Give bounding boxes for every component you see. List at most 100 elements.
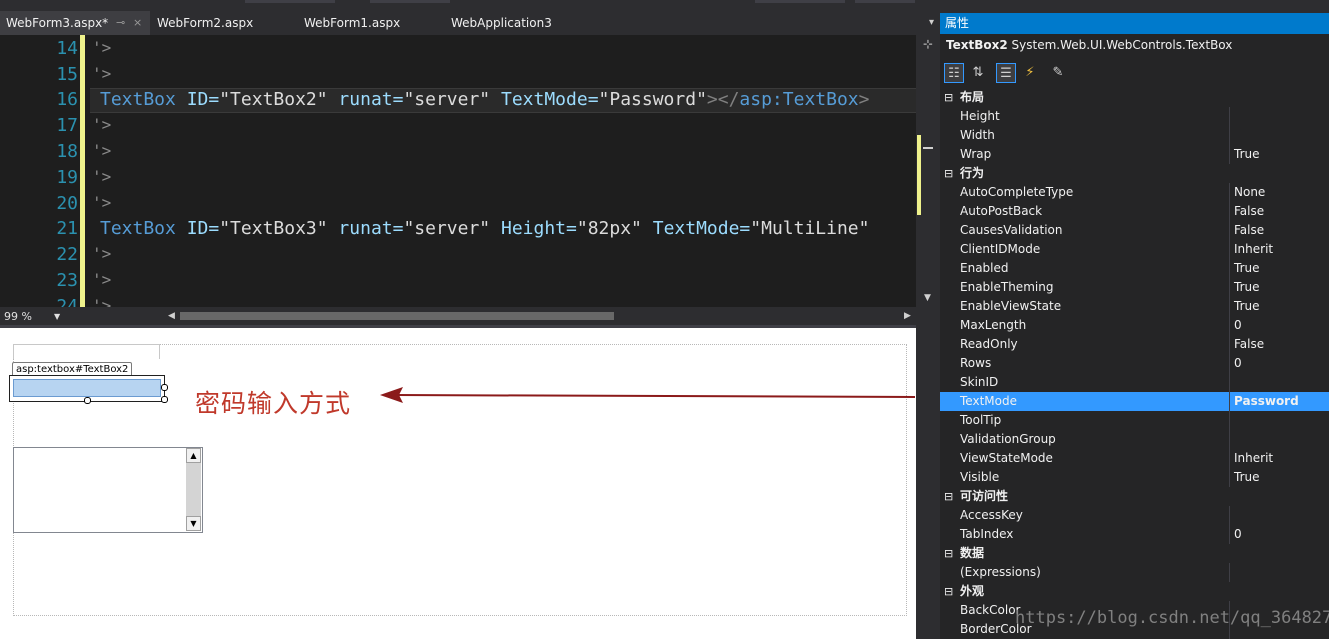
code-line: '>: [92, 38, 112, 57]
collapse-icon[interactable]: ⊟: [944, 487, 953, 506]
property-row[interactable]: AutoCompleteType None: [940, 183, 1329, 202]
property-row[interactable]: Width: [940, 126, 1329, 145]
column-divider: [1229, 107, 1230, 126]
property-row[interactable]: TextMode Password: [940, 392, 1329, 411]
property-row[interactable]: Enabled True: [940, 259, 1329, 278]
editor-vertical-scrollbar[interactable]: ⊹ ▼: [916, 35, 940, 307]
tab-webform1[interactable]: WebForm1.aspx: [298, 11, 438, 35]
property-category[interactable]: ⊟ 可访问性: [940, 487, 1329, 506]
property-row[interactable]: CausesValidation False: [940, 221, 1329, 240]
property-value[interactable]: Password: [1234, 392, 1299, 411]
property-row[interactable]: ViewStateMode Inherit: [940, 449, 1329, 468]
scroll-right-icon[interactable]: ▶: [904, 311, 911, 321]
property-row[interactable]: Height: [940, 107, 1329, 126]
tab-webform2[interactable]: WebForm2.aspx: [151, 11, 291, 35]
property-row[interactable]: ToolTip: [940, 411, 1329, 430]
property-value[interactable]: 0: [1234, 354, 1242, 373]
password-textbox-field[interactable]: [13, 379, 161, 397]
property-value[interactable]: Inherit: [1234, 449, 1273, 468]
property-row[interactable]: EnableViewState True: [940, 297, 1329, 316]
property-name: ClientIDMode: [960, 242, 1041, 256]
close-icon[interactable]: ×: [133, 11, 142, 35]
property-value[interactable]: True: [1234, 259, 1260, 278]
property-row[interactable]: ClientIDMode Inherit: [940, 240, 1329, 259]
split-icon[interactable]: ⊹: [921, 37, 935, 51]
property-pages-icon[interactable]: ✎: [1048, 63, 1068, 83]
property-row[interactable]: AccessKey: [940, 506, 1329, 525]
collapse-icon[interactable]: ⊟: [944, 88, 953, 107]
property-row[interactable]: SkinID: [940, 373, 1329, 392]
property-value[interactable]: True: [1234, 297, 1260, 316]
property-name: Wrap: [960, 147, 992, 161]
code-token: ID=: [175, 218, 220, 239]
property-category[interactable]: ⊟ 行为: [940, 164, 1329, 183]
property-value[interactable]: False: [1234, 221, 1264, 240]
tab-list-dropdown-icon[interactable]: ▾: [929, 11, 934, 35]
property-row[interactable]: Wrap True: [940, 145, 1329, 164]
property-row[interactable]: TabIndex 0: [940, 525, 1329, 544]
tab-label: WebApplication3: [451, 16, 552, 30]
property-row[interactable]: (Expressions): [940, 563, 1329, 582]
property-value[interactable]: False: [1234, 335, 1264, 354]
change-tracking-bar: [80, 35, 85, 307]
property-category[interactable]: ⊟ 外观: [940, 582, 1329, 601]
resize-handle[interactable]: [161, 384, 168, 391]
property-row[interactable]: Visible True: [940, 468, 1329, 487]
pin-icon[interactable]: ⊸: [116, 11, 125, 35]
property-value[interactable]: True: [1234, 145, 1260, 164]
tab-webform3[interactable]: WebForm3.aspx* ⊸ ×: [0, 11, 150, 35]
scroll-down-icon[interactable]: ▼: [924, 293, 931, 303]
collapse-icon[interactable]: ⊟: [944, 582, 953, 601]
selected-object[interactable]: TextBox2 System.Web.UI.WebControls.TextB…: [946, 38, 1232, 52]
property-row[interactable]: ValidationGroup: [940, 430, 1329, 449]
code-token: ID=: [175, 89, 220, 110]
property-category[interactable]: ⊟ 数据: [940, 544, 1329, 563]
multiline-textbox[interactable]: [13, 447, 203, 533]
property-name: BackColor: [960, 603, 1021, 617]
scroll-down-icon[interactable]: ▼: [186, 516, 201, 531]
categorized-icon[interactable]: ☷: [944, 63, 964, 83]
code-token: "82px": [576, 218, 642, 239]
collapse-icon[interactable]: ⊟: [944, 164, 953, 183]
resize-handle[interactable]: [161, 396, 168, 403]
property-row[interactable]: AutoPostBack False: [940, 202, 1329, 221]
code-token: runat=: [327, 218, 404, 239]
column-divider: [1229, 392, 1230, 411]
scroll-up-icon[interactable]: ▲: [186, 448, 201, 463]
scroll-left-icon[interactable]: ◀: [168, 311, 175, 321]
resize-handle[interactable]: [84, 397, 91, 404]
code-line: TextBox ID="TextBox2" runat="server" Tex…: [100, 89, 869, 110]
code-editor[interactable]: 14 '> 15 '> 16 TextBox ID="TextBox2" run…: [0, 35, 916, 307]
code-token: "Password": [598, 89, 707, 110]
multiline-scrollbar[interactable]: ▲ ▼: [186, 448, 201, 531]
alphabetical-icon[interactable]: ⇅: [968, 63, 988, 83]
property-row[interactable]: ReadOnly False: [940, 335, 1329, 354]
property-value[interactable]: 0: [1234, 525, 1242, 544]
horizontal-scroll-thumb[interactable]: [180, 312, 614, 320]
property-name: AutoPostBack: [960, 204, 1043, 218]
code-token: asp:TextBox: [739, 89, 859, 110]
column-divider: [1229, 145, 1230, 164]
property-name: TextMode: [960, 394, 1017, 408]
property-category[interactable]: ⊟ 布局: [940, 88, 1329, 107]
property-value[interactable]: False: [1234, 202, 1264, 221]
properties-view-icon[interactable]: ☰: [996, 63, 1016, 83]
property-row[interactable]: MaxLength 0: [940, 316, 1329, 335]
line-number: 21: [56, 218, 78, 239]
property-value[interactable]: True: [1234, 468, 1260, 487]
property-value[interactable]: 0: [1234, 316, 1242, 335]
property-value[interactable]: None: [1234, 183, 1265, 202]
zoom-level[interactable]: 99 % ▼: [4, 307, 60, 326]
property-value[interactable]: True: [1234, 278, 1260, 297]
change-marker: [917, 135, 921, 215]
property-value[interactable]: Inherit: [1234, 240, 1273, 259]
property-row[interactable]: EnableTheming True: [940, 278, 1329, 297]
collapse-icon[interactable]: ⊟: [944, 544, 953, 563]
code-token: TextMode=: [641, 218, 751, 239]
property-row[interactable]: Rows 0: [940, 354, 1329, 373]
events-icon[interactable]: ⚡: [1020, 63, 1040, 83]
code-line: '>: [92, 141, 112, 160]
zoom-dropdown-icon[interactable]: ▼: [54, 307, 60, 326]
tab-webapplication3[interactable]: WebApplication3: [445, 11, 585, 35]
category-label: 外观: [960, 584, 985, 598]
